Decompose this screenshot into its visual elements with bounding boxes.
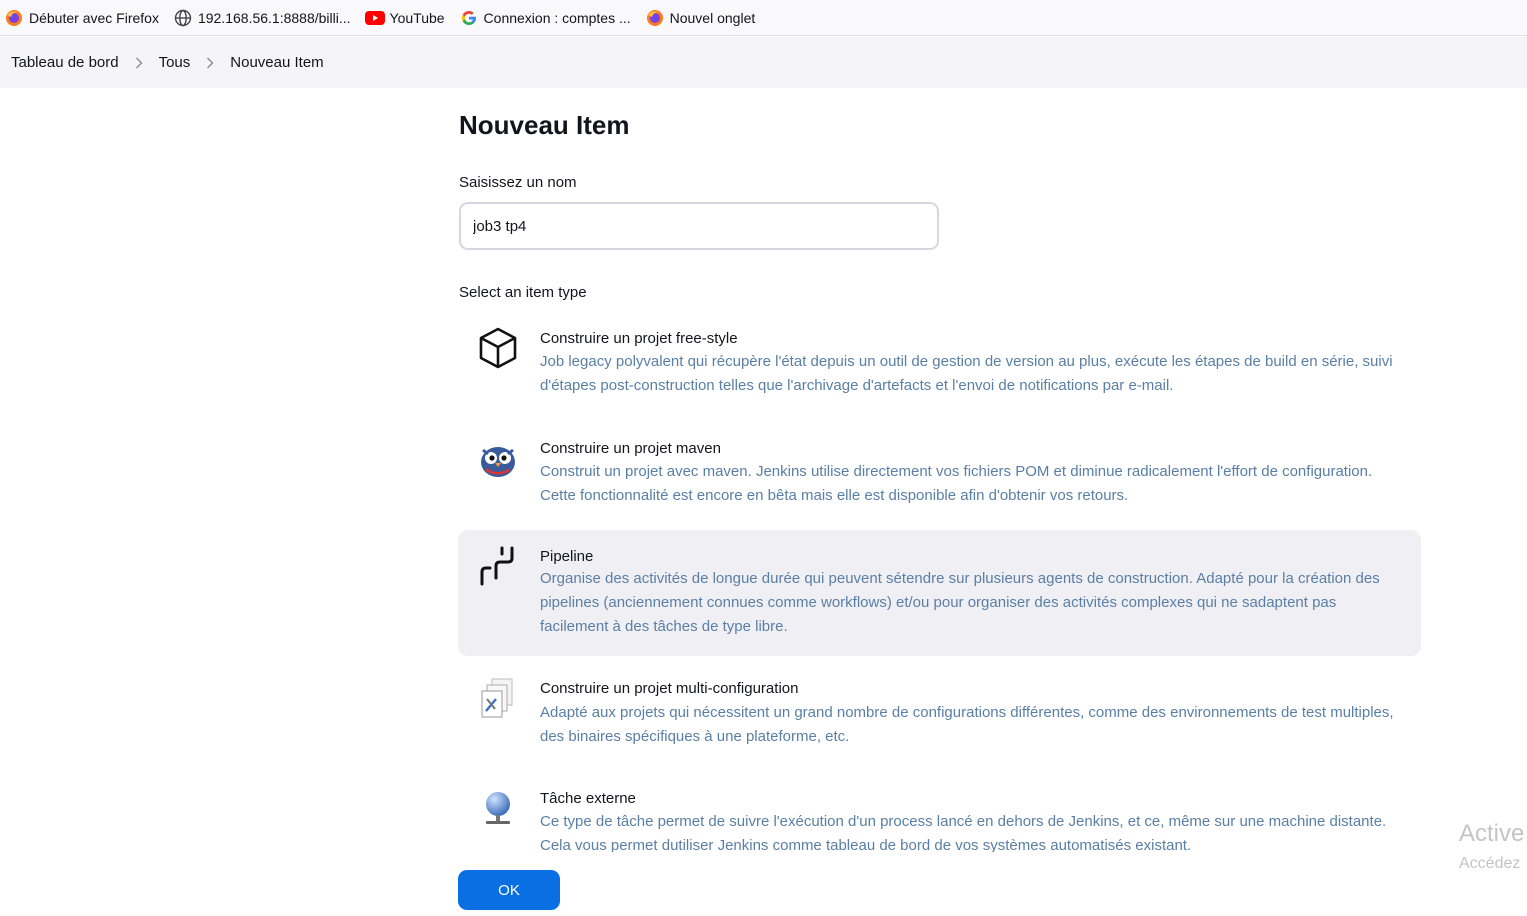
- item-description: Organise des activités de longue durée q…: [540, 570, 1380, 635]
- bookmark-label: YouTube: [389, 9, 445, 26]
- bookmark-nouvel-onglet[interactable]: Nouvel onglet: [645, 0, 756, 36]
- item-type-label: Select an item type: [459, 284, 587, 301]
- breadcrumb-dashboard[interactable]: Tableau de bord: [11, 54, 119, 71]
- item-type-pipeline[interactable]: Pipeline Organise des activités de longu…: [458, 530, 1421, 656]
- bookmark-label: 192.168.56.1:8888/billi...: [197, 9, 351, 26]
- firefox-icon: [645, 8, 665, 28]
- item-title: Construire un projet maven: [540, 440, 721, 457]
- bookmark-label: Connexion : comptes ...: [483, 9, 631, 26]
- ok-button[interactable]: OK: [458, 870, 560, 910]
- bookmark-label: Débuter avec Firefox: [29, 9, 159, 26]
- item-description: Job legacy polyvalent qui récupère l'éta…: [540, 353, 1393, 394]
- item-title: Pipeline: [540, 548, 594, 565]
- bookmark-billing-ip[interactable]: 192.168.56.1:8888/billi...: [173, 0, 351, 36]
- item-name-input[interactable]: [459, 202, 939, 250]
- firefox-icon: [4, 8, 24, 28]
- multi-config-icon: [476, 677, 520, 721]
- pipeline-icon: [476, 544, 520, 588]
- bookmark-label: Nouvel onglet: [669, 9, 756, 26]
- google-icon: [459, 8, 479, 28]
- item-description: Adapté aux projets qui nécessitent un gr…: [540, 704, 1394, 745]
- chevron-right-icon: [190, 57, 230, 69]
- item-type-freestyle[interactable]: Construire un projet free-style Job lega…: [458, 314, 1421, 414]
- chevron-right-icon: [119, 57, 159, 69]
- page-title: Nouveau Item: [459, 110, 630, 140]
- breadcrumb-all[interactable]: Tous: [159, 54, 191, 71]
- item-type-multi-configuration[interactable]: Construire un projet multi-configuration…: [458, 665, 1421, 765]
- bookmark-debuter-firefox[interactable]: Débuter avec Firefox: [4, 0, 159, 36]
- globe-monitor-icon: [476, 786, 520, 830]
- cube-icon: [476, 326, 520, 370]
- item-title: Construire un projet multi-configuration: [540, 680, 799, 697]
- item-description: Construit un projet avec maven. Jenkins …: [540, 463, 1373, 504]
- item-type-maven[interactable]: Construire un projet maven Construit un …: [458, 423, 1421, 523]
- bookmarks-bar: Débuter avec Firefox 192.168.56.1:8888/b…: [0, 0, 1527, 36]
- item-description: Ce type de tâche permet de suivre l'exéc…: [540, 813, 1387, 854]
- footer-bar: [434, 852, 1444, 916]
- bookmark-google-login[interactable]: Connexion : comptes ...: [459, 0, 631, 36]
- item-title: Tâche externe: [540, 790, 636, 807]
- bookmark-youtube[interactable]: YouTube: [364, 0, 445, 36]
- windows-activation-watermark-sub: Accédez: [1459, 855, 1521, 872]
- item-title: Construire un projet free-style: [540, 330, 738, 347]
- windows-activation-watermark: Active: [1459, 820, 1525, 847]
- maven-owl-icon: [476, 438, 520, 482]
- globe-icon: [173, 8, 193, 28]
- youtube-icon: [364, 8, 385, 28]
- name-label: Saisissez un nom: [459, 174, 577, 191]
- breadcrumb-new-item[interactable]: Nouveau Item: [230, 54, 323, 71]
- breadcrumb: Tableau de bord Tous Nouveau Item: [0, 37, 1527, 88]
